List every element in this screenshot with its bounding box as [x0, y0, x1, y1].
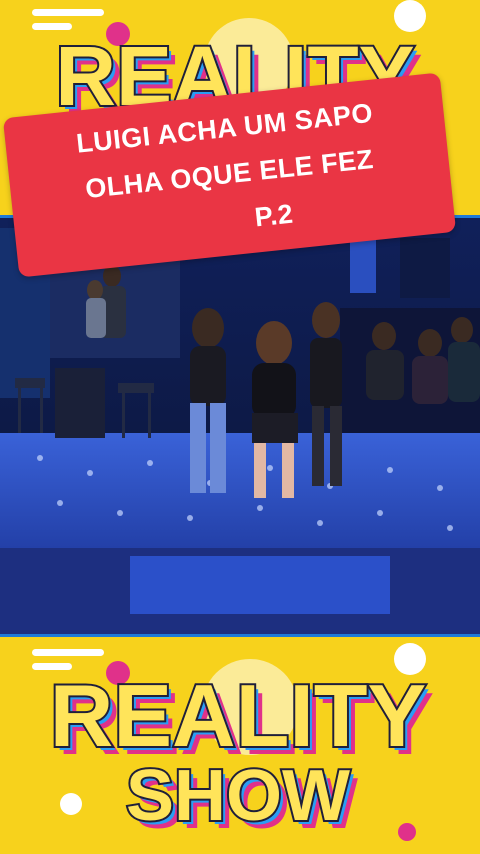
- video-frame: [0, 215, 480, 637]
- logo-title-bottom: REALITY: [50, 666, 426, 765]
- stage-step: [130, 556, 390, 614]
- reality-show-logo-bottom: REALITY REALITY REALITY SHOW SHOW SHOW: [48, 664, 434, 844]
- stage-floor: [0, 433, 480, 548]
- bottom-banner: REALITY REALITY REALITY SHOW SHOW SHOW: [0, 637, 480, 854]
- stage-scene: [0, 218, 480, 634]
- back-speaker: [400, 238, 450, 298]
- logo-subtitle-bottom: SHOW: [126, 756, 350, 836]
